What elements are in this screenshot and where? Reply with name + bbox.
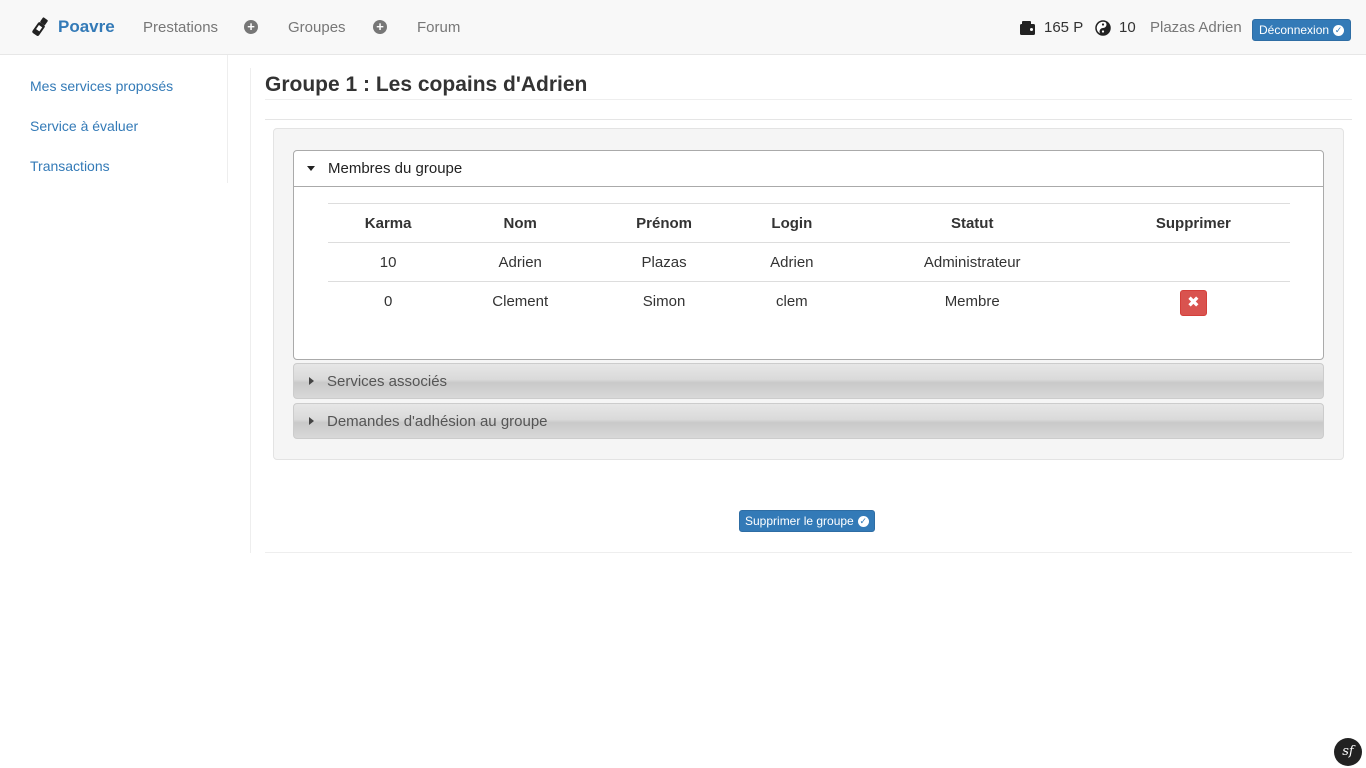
- brand-link[interactable]: Poavre: [30, 16, 115, 38]
- points-stat: 165 P: [1019, 19, 1083, 36]
- page-title: Groupe 1 : Les copains d'Adrien: [265, 73, 588, 96]
- cell-nom: Clement: [448, 281, 593, 321]
- requests-panel-header[interactable]: Demandes d'adhésion au groupe: [293, 403, 1324, 439]
- title-divider: [265, 99, 1352, 100]
- members-table: Karma Nom Prénom Login Statut Supprimer …: [328, 203, 1290, 321]
- sidebar-item-evaluate[interactable]: Service à évaluer: [30, 118, 138, 134]
- top-navbar: Poavre Prestations + Groupes + Forum 165…: [0, 0, 1366, 55]
- cell-statut: Administrateur: [923, 253, 1021, 271]
- user-name[interactable]: Plazas Adrien: [1150, 19, 1242, 36]
- requests-panel-title: Demandes d'adhésion au groupe: [327, 412, 548, 430]
- caret-down-icon: [307, 166, 315, 171]
- check-circle-icon: ✓: [857, 515, 869, 527]
- col-header-karma: Karma: [328, 203, 449, 243]
- cell-nom: Adrien: [498, 253, 542, 271]
- caret-right-icon: [309, 417, 314, 425]
- sidebar-item-services[interactable]: Mes services proposés: [30, 78, 173, 94]
- section-divider: [265, 119, 1352, 120]
- members-panel-title: Membres du groupe: [328, 160, 463, 177]
- nav-link-groupes[interactable]: Groupes: [288, 19, 346, 36]
- content-divider: [250, 68, 251, 553]
- table-row: 0 Clement Simon clem Membre ✖: [328, 281, 1290, 321]
- col-header-nom: Nom: [448, 203, 593, 243]
- close-icon: ✖: [1187, 294, 1200, 312]
- delete-group-label: Supprimer le groupe: [745, 514, 854, 528]
- cell-supprimer: ✖: [1096, 281, 1290, 321]
- col-header-supprimer: Supprimer: [1096, 203, 1290, 243]
- caret-right-icon: [309, 377, 314, 385]
- services-panel-title: Services associés: [327, 372, 448, 390]
- services-panel-header[interactable]: Services associés: [293, 363, 1324, 399]
- cell-login: clem: [736, 281, 848, 321]
- cell-prenom: Simon: [592, 281, 736, 321]
- cell-supprimer: [1097, 243, 1290, 282]
- yin-yang-icon: [1095, 19, 1111, 36]
- logout-button[interactable]: Déconnexion ✓: [1252, 19, 1352, 41]
- nav-link-prestations[interactable]: Prestations: [143, 19, 218, 36]
- col-header-prenom: Prénom: [592, 203, 736, 243]
- bottom-divider: [265, 552, 1352, 553]
- cell-login: Adrien: [770, 253, 814, 271]
- karma-value: 10: [1119, 19, 1136, 36]
- cell-karma: 10: [379, 253, 397, 271]
- logout-label: Déconnexion: [1259, 23, 1330, 37]
- cell-karma: 0: [328, 281, 449, 321]
- pepper-mill-icon: [32, 17, 48, 36]
- symfony-toolbar-icon[interactable]: sf: [1334, 738, 1362, 766]
- cell-prenom: Plazas: [641, 253, 687, 271]
- points-value: 165 P: [1044, 19, 1084, 36]
- brand-name: Poavre: [58, 17, 115, 36]
- wallet-icon: [1020, 21, 1035, 35]
- col-header-login: Login: [736, 203, 848, 243]
- nav-link-forum[interactable]: Forum: [417, 19, 460, 36]
- remove-member-button[interactable]: ✖: [1179, 290, 1207, 317]
- delete-group-button[interactable]: Supprimer le groupe ✓: [739, 510, 875, 532]
- cell-statut: Membre: [847, 281, 1097, 321]
- sidebar: Mes services proposés Service à évaluer …: [0, 55, 228, 183]
- sidebar-item-transactions[interactable]: Transactions: [30, 158, 110, 174]
- col-header-statut: Statut: [847, 203, 1097, 243]
- members-panel: Membres du groupe Karma Nom Prénom Login…: [293, 150, 1324, 360]
- add-prestation-icon[interactable]: +: [244, 20, 258, 34]
- table-header-row: Karma Nom Prénom Login Statut Supprimer: [328, 203, 1290, 243]
- add-group-icon[interactable]: +: [373, 20, 387, 34]
- members-panel-header[interactable]: Membres du groupe: [294, 151, 1323, 187]
- check-circle-icon: ✓: [1333, 24, 1345, 36]
- karma-stat: 10: [1095, 19, 1136, 36]
- table-row: 10 Adrien Plazas Adrien Administrateur: [328, 243, 1290, 282]
